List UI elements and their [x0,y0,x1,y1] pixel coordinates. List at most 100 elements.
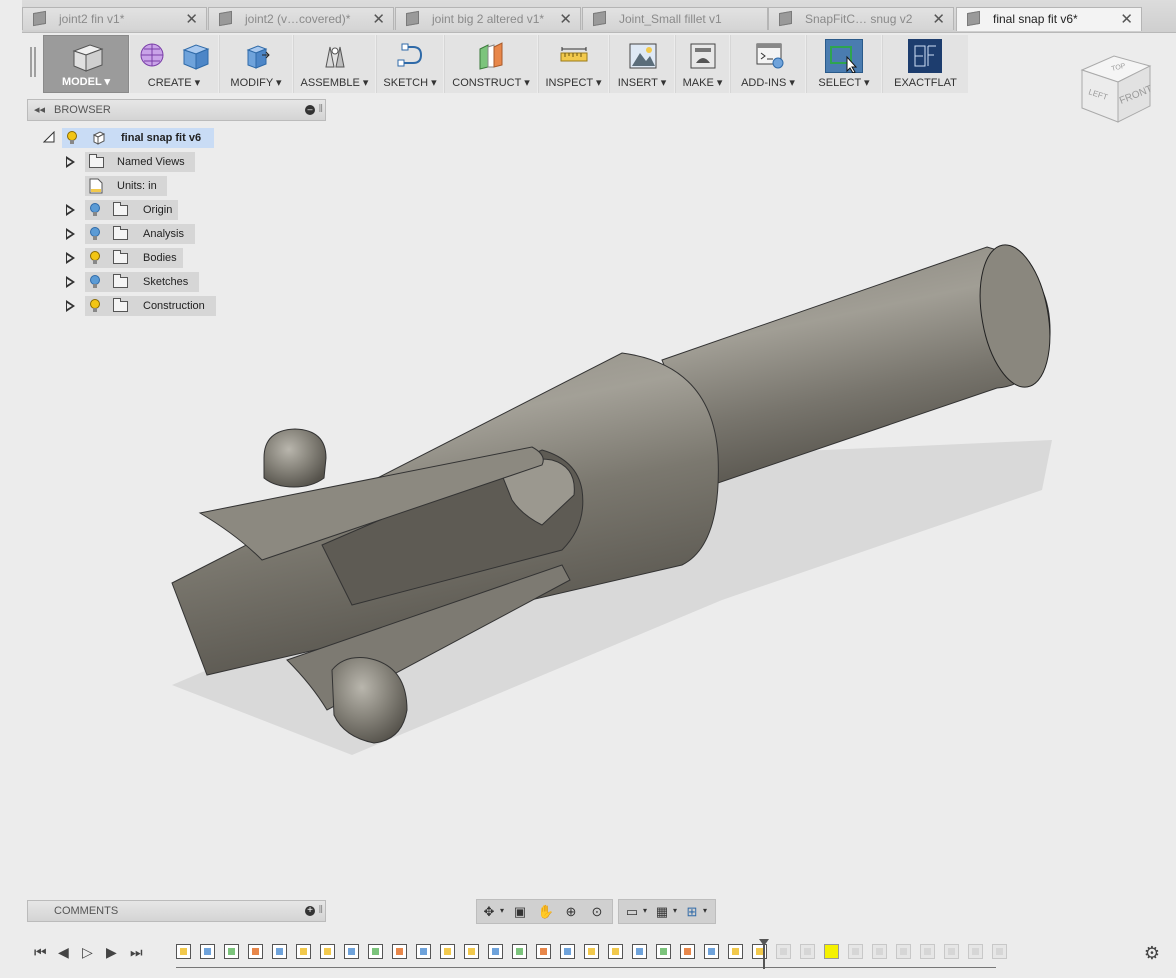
timeline-feature-icon[interactable] [344,944,359,959]
addins-menu[interactable]: ADD-INS ▾ [730,35,805,93]
minimize-icon[interactable]: – [305,105,315,115]
timeline-feature-icon[interactable] [680,944,695,959]
pin-icon[interactable]: ‖ [318,904,323,916]
go-to-end-icon[interactable]: ⏭ [130,944,143,961]
go-to-start-icon[interactable]: ⏮ [34,944,47,961]
sketches-chip[interactable]: Sketches [85,272,199,292]
tree-item-construction[interactable]: Construction [64,296,224,316]
pan-icon[interactable]: ✋ [537,904,555,920]
create-menu[interactable]: CREATE ▾ [130,35,218,93]
document-tab-1[interactable]: joint2 fin v1* ✕ [22,7,207,30]
tree-item-analysis[interactable]: Analysis [64,224,204,244]
expand-triangle-icon[interactable] [65,251,77,265]
timeline-feature-icon[interactable] [200,944,215,959]
expanded-triangle-icon[interactable] [43,131,55,143]
display-settings-icon[interactable]: ▭ [623,904,641,920]
root-component-chip[interactable]: final snap fit v6 [62,128,214,148]
expand-triangle-icon[interactable] [65,155,77,169]
lightbulb-icon[interactable] [89,203,101,217]
viewports-icon[interactable]: ⊞ [683,904,701,920]
document-tab-4[interactable]: Joint_Small fillet v1 [582,7,768,30]
timeline-feature-icon[interactable] [512,944,527,959]
origin-chip[interactable]: Origin [85,200,178,220]
add-comment-icon[interactable]: + [305,906,315,916]
timeline-feature-icon[interactable] [848,944,863,959]
timeline-feature-icon[interactable] [440,944,455,959]
settings-gear-icon[interactable]: ⚙ [1144,943,1160,964]
timeline-feature-icon[interactable] [272,944,287,959]
lightbulb-icon[interactable] [89,251,101,265]
timeline-feature-icon[interactable] [968,944,983,959]
workspace-model-button[interactable]: MODEL ▾ [43,35,129,93]
timeline-feature-icon[interactable] [704,944,719,959]
toolbar-grip[interactable] [30,47,36,77]
lightbulb-icon[interactable] [89,275,101,289]
document-tab-active[interactable]: final snap fit v6* ✕ [956,7,1142,31]
zoom-icon[interactable]: ⊕ [562,904,580,920]
orbit-icon[interactable]: ✥ [480,904,498,920]
named-views-chip[interactable]: Named Views [85,152,195,172]
step-back-icon[interactable]: ◀ [58,944,69,961]
timeline-feature-icon[interactable] [728,944,743,959]
timeline-feature-icon[interactable] [488,944,503,959]
timeline-feature-icon[interactable] [632,944,647,959]
modify-menu[interactable]: MODIFY ▾ [219,35,292,93]
timeline-feature-icon[interactable] [872,944,887,959]
units-chip[interactable]: Units: in [85,176,167,196]
document-tab-3[interactable]: joint big 2 altered v1* ✕ [395,7,581,30]
play-icon[interactable]: ▷ [82,944,93,961]
viewports-dropdown-icon[interactable]: ▾ [703,906,707,915]
construct-menu[interactable]: CONSTRUCT ▾ [444,35,537,93]
display-dropdown-icon[interactable]: ▾ [643,906,647,915]
make-menu[interactable]: MAKE ▾ [675,35,729,93]
expand-triangle-icon[interactable] [65,203,77,217]
lightbulb-icon[interactable] [89,299,101,313]
expand-triangle-icon[interactable] [65,275,77,289]
select-menu[interactable]: SELECT ▾ [806,35,881,93]
timeline-feature-icon[interactable] [320,944,335,959]
pin-icon[interactable]: ‖ [318,103,323,115]
lightbulb-icon[interactable] [89,227,101,241]
inspect-menu[interactable]: INSPECT ▾ [538,35,608,93]
tree-item-bodies[interactable]: Bodies [64,248,194,268]
tree-root[interactable]: final snap fit v6 [42,128,222,148]
close-tab-icon[interactable]: ✕ [372,10,385,28]
construction-chip[interactable]: Construction [85,296,216,316]
timeline-feature-icon[interactable] [224,944,239,959]
tree-item-sketches[interactable]: Sketches [64,272,204,292]
exactflat-menu[interactable]: EXACTFLAT [882,35,968,93]
timeline-feature-icon[interactable] [392,944,407,959]
orbit-dropdown-icon[interactable]: ▾ [500,906,504,915]
tree-item-origin[interactable]: Origin [64,200,184,220]
step-forward-icon[interactable]: ▶ [106,944,117,961]
timeline-feature-icon[interactable] [464,944,479,959]
timeline-feature-icon[interactable] [584,944,599,959]
tree-item-named-views[interactable]: Named Views [64,152,204,172]
timeline-feature-icon[interactable] [176,944,191,959]
timeline-feature-icon[interactable] [944,944,959,959]
expand-triangle-icon[interactable] [65,299,77,313]
timeline-feature-icon[interactable] [776,944,791,959]
analysis-chip[interactable]: Analysis [85,224,195,244]
timeline-feature-icon[interactable] [536,944,551,959]
3d-viewport[interactable] [22,95,1176,895]
timeline-feature-icon[interactable] [248,944,263,959]
timeline-feature-icon[interactable] [368,944,383,959]
document-tab-5[interactable]: SnapFitC… snug v2 ✕ [768,7,954,30]
fit-icon[interactable]: ⊙ [588,904,606,920]
timeline-feature-icon[interactable] [920,944,935,959]
timeline-feature-icon[interactable] [800,944,815,959]
look-at-icon[interactable]: ▣ [511,904,529,920]
timeline-feature-icon[interactable] [656,944,671,959]
close-tab-icon[interactable]: ✕ [559,10,572,28]
close-tab-icon[interactable]: ✕ [1120,10,1133,28]
insert-menu[interactable]: INSERT ▾ [609,35,674,93]
collapse-panel-icon[interactable]: ◂◂ [34,103,45,116]
close-tab-icon[interactable]: ✕ [185,10,198,28]
document-tab-2[interactable]: joint2 (v…covered)* ✕ [208,7,394,30]
close-tab-icon[interactable]: ✕ [932,10,945,28]
view-cube[interactable]: TOP LEFT FRONT [1076,50,1156,130]
lightbulb-icon[interactable] [66,131,78,145]
timeline-feature-icon[interactable] [824,944,839,959]
grid-icon[interactable]: ▦ [653,904,671,920]
